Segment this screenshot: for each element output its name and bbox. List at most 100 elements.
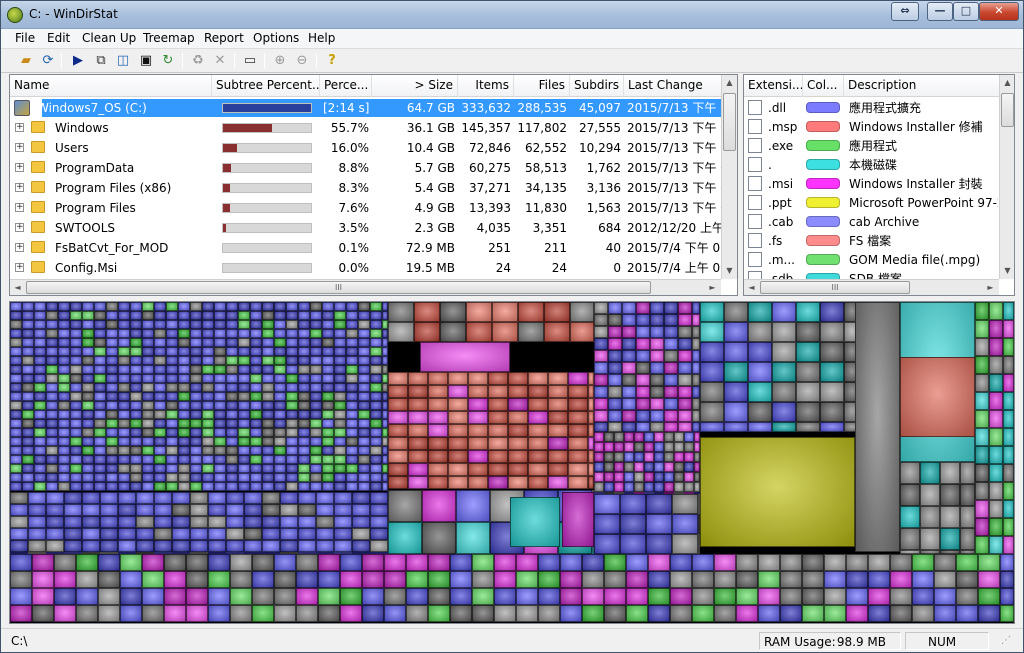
- treemap-cell[interactable]: [178, 365, 190, 374]
- treemap-cell[interactable]: [868, 571, 890, 588]
- treemap-cell[interactable]: [846, 554, 868, 571]
- treemap-cell[interactable]: [262, 338, 274, 347]
- treemap-cell[interactable]: [202, 464, 214, 473]
- treemap-cell[interactable]: [82, 329, 94, 338]
- treemap-cell[interactable]: [34, 320, 46, 329]
- treemap-cell[interactable]: [322, 437, 334, 446]
- treemap-cell[interactable]: [46, 455, 58, 464]
- treemap-cell[interactable]: [178, 374, 190, 383]
- treemap-cell[interactable]: [626, 605, 648, 622]
- treemap-cell[interactable]: [624, 472, 634, 482]
- treemap-cell[interactable]: [118, 455, 130, 464]
- treemap-cell[interactable]: [202, 455, 214, 464]
- treemap-cell[interactable]: [226, 455, 238, 464]
- treemap-cell[interactable]: [164, 605, 186, 622]
- treemap-cell[interactable]: [190, 356, 202, 365]
- treemap-cell[interactable]: [250, 374, 262, 383]
- treemap-cell[interactable]: [298, 392, 310, 401]
- treemap-cell[interactable]: [22, 392, 34, 401]
- treemap-cell[interactable]: [10, 410, 22, 419]
- treemap-cell[interactable]: [154, 473, 166, 482]
- treemap-cell[interactable]: [384, 554, 406, 571]
- treemap-cell[interactable]: [310, 428, 322, 437]
- treemap-cell[interactable]: [582, 554, 604, 571]
- treemap-cell[interactable]: [142, 347, 154, 356]
- treemap-cell[interactable]: [214, 383, 226, 392]
- treemap-cell[interactable]: [1003, 338, 1014, 356]
- treemap-cell[interactable]: [22, 419, 34, 428]
- treemap-cell[interactable]: [989, 320, 1003, 338]
- treemap-cell[interactable]: [70, 401, 82, 410]
- treemap-cell[interactable]: [358, 302, 370, 311]
- treemap-cell[interactable]: [82, 455, 94, 464]
- treemap-cell[interactable]: [46, 401, 58, 410]
- treemap-cell[interactable]: [10, 437, 22, 446]
- treemap-cell[interactable]: [286, 401, 298, 410]
- treemap-cell[interactable]: [604, 442, 614, 452]
- extension-row[interactable]: .msp Windows Installer 修補: [744, 117, 999, 137]
- treemap-cell[interactable]: [190, 473, 202, 482]
- treemap-cell[interactable]: [890, 605, 912, 622]
- treemap-cell[interactable]: [238, 482, 250, 491]
- treemap-cell[interactable]: [322, 482, 334, 491]
- treemap-cell[interactable]: [298, 473, 310, 482]
- treemap-cell[interactable]: [94, 383, 106, 392]
- treemap-cell[interactable]: [370, 311, 382, 320]
- treemap-cell[interactable]: [975, 356, 989, 374]
- treemap-cell[interactable]: [678, 398, 692, 410]
- treemap-cell[interactable]: [322, 329, 334, 338]
- zoom-out-icon[interactable]: ⊖: [293, 52, 311, 70]
- treemap-cell[interactable]: [130, 347, 142, 356]
- treemap-cell[interactable]: [468, 398, 488, 411]
- treemap-cell[interactable]: [594, 314, 608, 326]
- treemap-cell[interactable]: [70, 392, 82, 401]
- treemap-cell[interactable]: [624, 442, 634, 452]
- treemap-cell[interactable]: [316, 528, 334, 540]
- treemap-cell[interactable]: [692, 422, 700, 432]
- treemap-cell[interactable]: [724, 362, 748, 382]
- treemap-cell[interactable]: [214, 419, 226, 428]
- treemap-cell[interactable]: [286, 383, 298, 392]
- col-extension[interactable]: Extensi...: [744, 75, 803, 97]
- treemap-cell[interactable]: [286, 356, 298, 365]
- treemap-cell[interactable]: [388, 437, 408, 450]
- treemap-cell[interactable]: [154, 347, 166, 356]
- treemap-cell[interactable]: [975, 338, 989, 356]
- treemap-cell[interactable]: [142, 571, 164, 588]
- treemap-cell[interactable]: [408, 411, 428, 424]
- treemap-cell[interactable]: [70, 320, 82, 329]
- treemap-cell[interactable]: [989, 356, 1003, 374]
- treemap-cell[interactable]: [118, 482, 130, 491]
- treemap-cell[interactable]: [262, 320, 274, 329]
- treemap-cell[interactable]: [178, 419, 190, 428]
- treemap-cell[interactable]: [508, 372, 528, 385]
- treemap-cell[interactable]: [608, 338, 622, 350]
- treemap-cell[interactable]: [22, 401, 34, 410]
- treemap-cell[interactable]: [262, 329, 274, 338]
- treemap-cell[interactable]: [975, 482, 989, 500]
- treemap-cell[interactable]: [989, 464, 1003, 482]
- treemap-cell[interactable]: [674, 432, 684, 442]
- treemap-cell[interactable]: [202, 329, 214, 338]
- treemap-cell[interactable]: [346, 473, 358, 482]
- treemap-cell[interactable]: [428, 588, 450, 605]
- treemap-cell[interactable]: [226, 482, 238, 491]
- col-name[interactable]: Name: [10, 75, 212, 97]
- resize-grip-icon[interactable]: ⋰: [997, 632, 1017, 650]
- treemap-cell[interactable]: [316, 540, 334, 552]
- treemap-cell[interactable]: [346, 302, 358, 311]
- treemap-cell[interactable]: [280, 504, 298, 516]
- treemap-cell[interactable]: [262, 401, 274, 410]
- treemap-cell[interactable]: [262, 482, 274, 491]
- treemap-cell[interactable]: [166, 446, 178, 455]
- treemap-cell[interactable]: [644, 442, 654, 452]
- treemap-cell[interactable]: [298, 347, 310, 356]
- treemap-cell[interactable]: [772, 362, 796, 382]
- treemap-cell[interactable]: [226, 492, 244, 504]
- treemap-cell[interactable]: [154, 302, 166, 311]
- treemap-cell[interactable]: [1003, 518, 1014, 536]
- treemap-cell[interactable]: [772, 402, 796, 422]
- treemap-cell[interactable]: [670, 588, 692, 605]
- recycle-bin-icon[interactable]: ♻: [189, 52, 207, 70]
- treemap-cell[interactable]: [298, 365, 310, 374]
